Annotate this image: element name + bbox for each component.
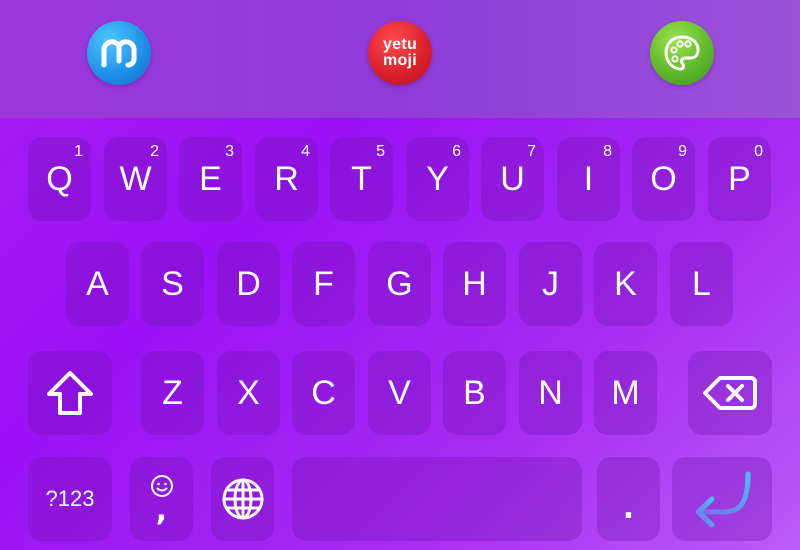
key-label: R (274, 159, 299, 198)
yetumoji-label-2: moji (382, 52, 418, 69)
key-z[interactable]: Z (141, 351, 204, 435)
key-label: A (86, 264, 109, 303)
enter-icon (695, 471, 751, 528)
key-label: Y (426, 159, 449, 198)
key-label: M (611, 373, 640, 412)
key-label: Z (162, 373, 183, 412)
key-q[interactable]: Q 1 (28, 137, 91, 221)
key-d[interactable]: D (217, 242, 280, 326)
key-hint: 9 (678, 143, 687, 160)
key-label: X (237, 373, 260, 412)
key-label: D (236, 264, 261, 303)
comma-label: , (155, 493, 168, 528)
key-label: O (650, 159, 677, 198)
key-v[interactable]: V (368, 351, 431, 435)
symbols-key[interactable]: ?123 (28, 457, 112, 541)
palette-icon[interactable] (650, 21, 714, 85)
key-x[interactable]: X (217, 351, 280, 435)
key-g[interactable]: G (368, 242, 431, 326)
globe-icon (222, 478, 263, 520)
key-hint: 4 (301, 143, 310, 160)
key-t[interactable]: T 5 (330, 137, 393, 221)
key-b[interactable]: B (443, 351, 506, 435)
key-label: U (500, 159, 525, 198)
mastodon-icon[interactable] (87, 21, 151, 85)
key-c[interactable]: C (292, 351, 355, 435)
key-o[interactable]: O 9 (632, 137, 695, 221)
key-hint: 0 (754, 143, 763, 160)
key-n[interactable]: N (519, 351, 582, 435)
key-label: G (386, 264, 413, 303)
key-label: E (199, 159, 222, 198)
enter-key[interactable] (672, 457, 772, 541)
key-label: F (313, 264, 334, 303)
yetumoji-icon[interactable]: yetu moji (368, 21, 432, 85)
key-h[interactable]: H (443, 242, 506, 326)
key-label: L (692, 264, 711, 303)
key-hint: 6 (452, 143, 461, 160)
key-label: T (351, 159, 372, 198)
key-label: C (311, 373, 336, 412)
key-r[interactable]: R 4 (255, 137, 318, 221)
key-f[interactable]: F (292, 242, 355, 326)
suggestion-toolbar: yetu moji (0, 0, 800, 118)
key-y[interactable]: Y 6 (406, 137, 469, 221)
globe-key[interactable] (211, 457, 274, 541)
key-label: Q (46, 159, 73, 198)
key-hint: 5 (376, 143, 385, 160)
key-e[interactable]: E 3 (179, 137, 242, 221)
period-label: . (622, 490, 635, 526)
key-label: H (462, 264, 487, 303)
key-hint: 2 (150, 143, 159, 160)
key-k[interactable]: K (594, 242, 657, 326)
space-key[interactable] (292, 457, 582, 541)
key-hint: 7 (527, 143, 536, 160)
period-key[interactable]: . (597, 457, 660, 541)
key-hint: 1 (74, 143, 83, 160)
yetumoji-label-1: yetu (382, 36, 418, 53)
key-s[interactable]: S (141, 242, 204, 326)
key-label: I (583, 159, 594, 198)
backspace-key[interactable] (688, 351, 772, 435)
shift-key[interactable] (28, 351, 112, 435)
backspace-icon (703, 376, 757, 410)
key-label: S (161, 264, 184, 303)
key-a[interactable]: A (66, 242, 129, 326)
emoji-comma-key[interactable]: , (130, 457, 193, 541)
key-label: B (463, 373, 486, 412)
key-hint: 3 (225, 143, 234, 160)
key-w[interactable]: W 2 (104, 137, 167, 221)
key-label: P (728, 159, 751, 198)
key-p[interactable]: P 0 (708, 137, 771, 221)
key-m[interactable]: M (594, 351, 657, 435)
key-label: V (388, 373, 411, 412)
symbols-label: ?123 (45, 486, 95, 511)
key-u[interactable]: U 7 (481, 137, 544, 221)
key-label: W (119, 159, 152, 198)
key-l[interactable]: L (670, 242, 733, 326)
key-label: N (538, 373, 563, 412)
key-hint: 8 (603, 143, 612, 160)
key-i[interactable]: I 8 (557, 137, 620, 221)
key-label: J (542, 264, 559, 303)
shift-icon (47, 371, 93, 415)
key-label: K (614, 264, 637, 303)
key-j[interactable]: J (519, 242, 582, 326)
